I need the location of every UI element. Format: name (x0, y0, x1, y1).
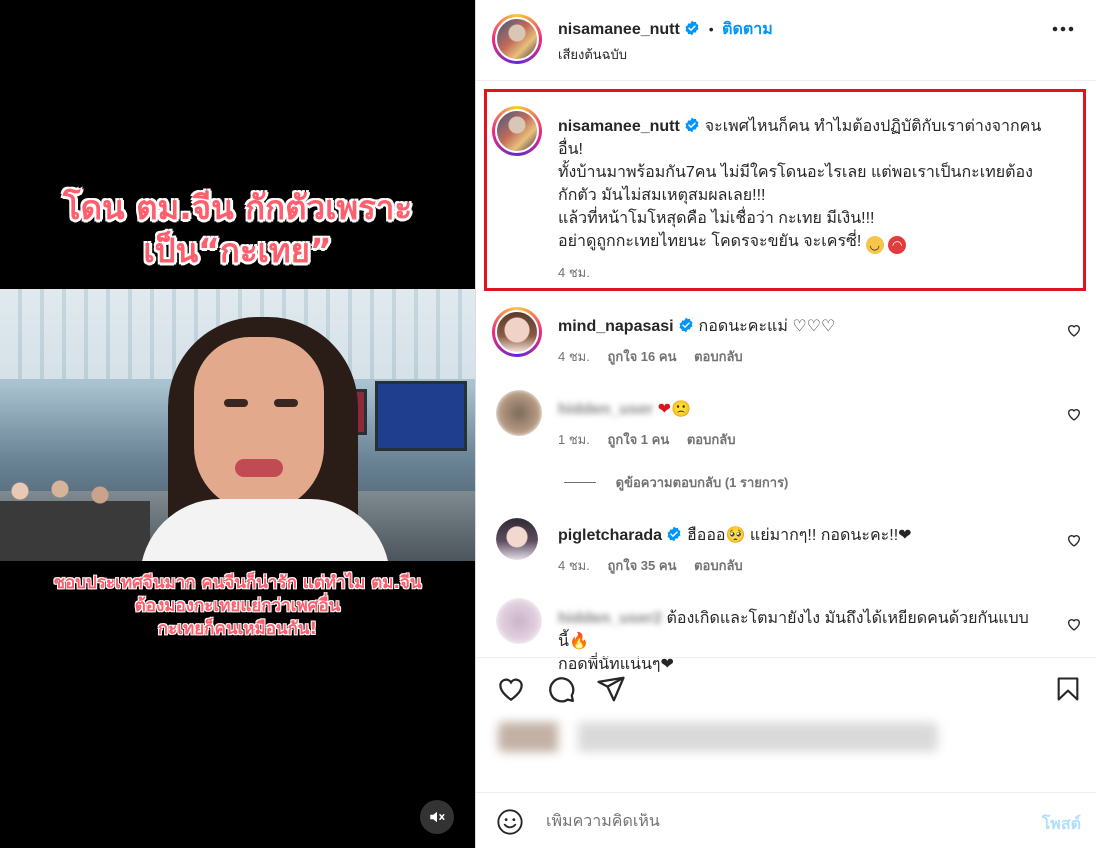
comment-item: mind_napasasi กอดนะคะแม่ ♡♡♡ 4 ชม. ถูกใจ… (558, 315, 835, 367)
video-headline-line1: โดน ตม.จีน กักตัวเพราะ (62, 188, 413, 227)
caption-time: 4 ชม. (558, 265, 590, 280)
comment-like-heart-icon[interactable] (1066, 322, 1082, 338)
caption-text-line4: กักตัว มันไม่สมเหตุสมผลเลย!!! (558, 187, 766, 204)
comment-like-heart-icon[interactable] (1066, 616, 1082, 632)
view-replies-button[interactable]: ดูข้อความตอบกลับ (1 รายการ) (564, 472, 802, 493)
caption-text-line3: ทั้งบ้านมาพร้อมกัน7คน ไม่มีใครโดนอะไรเลย… (558, 164, 1033, 181)
view-replies-label[interactable]: ดูข้อความตอบกลับ (1 รายการ) (616, 475, 789, 490)
comment-username[interactable]: mind_napasasi (558, 318, 674, 335)
video-caption-line3: กะเทยก็คนเหมือนกัน! (157, 619, 318, 639)
mute-button[interactable] (420, 800, 454, 834)
comment-text: ฮือออ🥺 แย่มากๆ!! กอดนะคะ!!❤ (686, 527, 912, 544)
post-caption: nisamanee_nutt จะเพศไหนก็คน ทำไมต้องปฏิบ… (558, 115, 1078, 283)
video-caption: ชอบประเทศจีนมาก คนจีนก็น่ารัก แต่ทำไม ตม… (0, 572, 475, 641)
sad-face-icon: ◡ (865, 236, 884, 254)
commenter-avatar[interactable] (496, 518, 538, 560)
comment-input[interactable] (546, 813, 1016, 831)
comment-likes[interactable]: ถูกใจ 35 คน (607, 558, 676, 573)
comment-likes[interactable]: ถูกใจ 1 คน (607, 432, 669, 447)
comment-username[interactable]: pigletcharada (558, 527, 662, 544)
heart-icon[interactable] (496, 674, 526, 704)
commenter-avatar[interactable] (492, 307, 542, 357)
likes-summary-blurred (498, 722, 938, 752)
comment-text: กอดนะคะแม่ ♡♡♡ (698, 318, 836, 335)
comment-text: ❤🙁 (657, 401, 691, 418)
comment-time: 4 ชม. (558, 558, 590, 573)
angry-face-icon: ◠ (888, 236, 907, 254)
comment-username[interactable]: hidden_user (558, 401, 653, 418)
caption-text-line6: อย่าดูถูกกะเทยไทยนะ โคดรจะขยัน จะเครซี่! (558, 233, 862, 250)
comment-composer: โพสต์ (476, 792, 1096, 848)
author-username[interactable]: nisamanee_nutt (558, 21, 680, 38)
comment-time: 4 ชม. (558, 349, 590, 364)
video-caption-line2: ต้องมองกะเทยแย่กว่าเพศอื่น (134, 596, 341, 616)
video-frame (0, 289, 475, 561)
emoji-icon[interactable] (496, 808, 524, 836)
comment-username[interactable]: hidden_user2 (558, 610, 662, 627)
header-separator: • (708, 21, 714, 37)
video-player[interactable]: โดน ตม.จีน กักตัวเพราะ เป็น“กะเทย” ชอบปร… (0, 0, 475, 848)
verified-badge-icon (679, 317, 693, 333)
video-headline: โดน ตม.จีน กักตัวเพราะ เป็น“กะเทย” (0, 186, 475, 272)
caption-text-line5: แล้วที่หน้าโมโหสุดคือ ไม่เชื่อว่า กะเทย … (558, 210, 875, 227)
author-avatar[interactable] (492, 14, 542, 64)
comment-item: pigletcharada ฮือออ🥺 แย่มากๆ!! กอดนะคะ!!… (558, 524, 912, 576)
more-horizontal-icon[interactable] (1052, 26, 1074, 32)
bookmark-icon[interactable] (1054, 674, 1082, 704)
follow-button[interactable]: ติดตาม (722, 21, 773, 38)
verified-badge-icon (668, 526, 681, 542)
share-icon[interactable] (596, 674, 626, 704)
video-headline-line2: เป็น“กะเทย” (143, 231, 332, 270)
comment-item: hidden_user ❤🙁 1 ชม. ถูกใจ 1 คน ตอบกลับ … (558, 398, 802, 493)
comment-likes[interactable]: ถูกใจ 16 คน (607, 349, 676, 364)
verified-badge-icon (685, 117, 699, 133)
reply-button[interactable]: ตอบกลับ (694, 349, 743, 364)
post-panel: nisamanee_nutt • ติดตาม เสียงต้นฉบับ nis… (475, 0, 1096, 848)
original-audio-link[interactable]: เสียงต้นฉบับ (558, 44, 627, 65)
verified-badge-icon (685, 20, 699, 36)
post-header: nisamanee_nutt • ติดตาม (558, 17, 773, 42)
reply-button[interactable]: ตอบกลับ (687, 432, 736, 447)
comment-time: 1 ชม. (558, 432, 590, 447)
reply-button[interactable]: ตอบกลับ (694, 558, 743, 573)
post-actions (476, 660, 1096, 720)
comment-like-heart-icon[interactable] (1066, 532, 1082, 548)
caption-author-avatar[interactable] (492, 106, 542, 156)
caption-text-line1: จะเพศไหนก็คน ทำไมต้องปฏิบัติกับเราต่างจา… (704, 118, 1042, 135)
speaker-muted-icon (430, 811, 445, 823)
comment-icon[interactable] (546, 674, 576, 704)
caption-username[interactable]: nisamanee_nutt (558, 118, 680, 135)
commenter-avatar[interactable] (496, 390, 542, 436)
post-comment-button[interactable]: โพสต์ (1042, 812, 1081, 837)
video-caption-line1: ชอบประเทศจีนมาก คนจีนก็น่ารัก แต่ทำไม ตม… (53, 573, 422, 593)
commenter-avatar[interactable] (496, 598, 542, 644)
comment-like-heart-icon[interactable] (1066, 406, 1082, 422)
caption-text-line2: อื่น! (558, 141, 583, 158)
